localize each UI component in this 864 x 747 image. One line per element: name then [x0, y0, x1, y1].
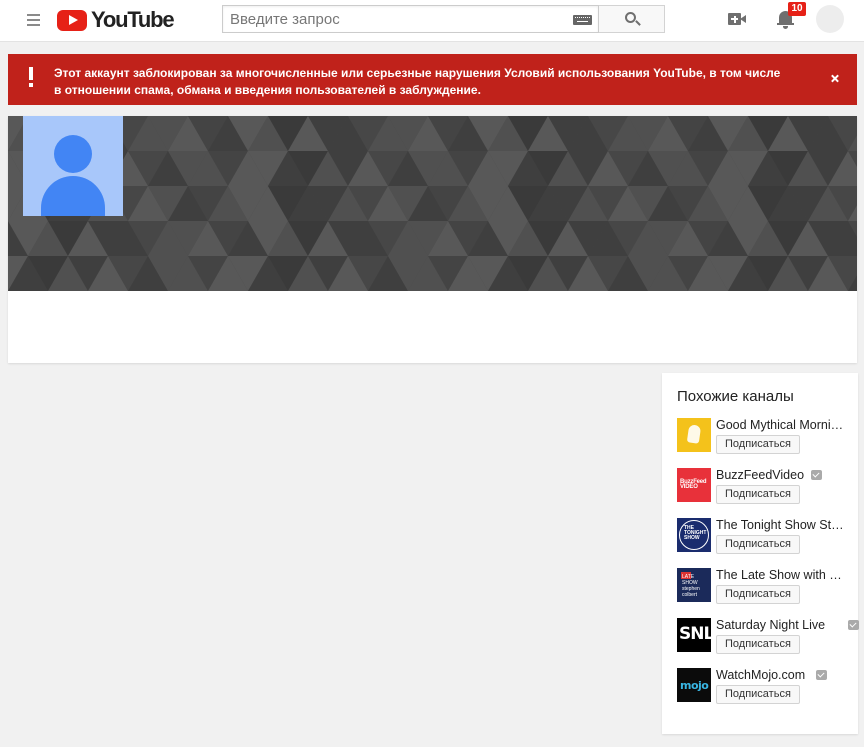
keyboard-icon[interactable]: [573, 15, 592, 25]
logo-text: YouTube: [91, 7, 175, 32]
close-icon[interactable]: [828, 72, 842, 86]
subscribe-button[interactable]: Подписаться: [716, 535, 800, 554]
subscribe-button[interactable]: Подписаться: [716, 685, 800, 704]
subscribe-button[interactable]: Подписаться: [716, 585, 800, 604]
watchmojo-logo[interactable]: mojo: [677, 668, 711, 702]
good-mythical-morning-logo[interactable]: [677, 418, 711, 452]
youtube-logo[interactable]: YouTube: [57, 7, 175, 32]
upload-video-icon[interactable]: [728, 12, 746, 26]
buzzfeed-video-logo[interactable]: BuzzFeed VIDEO: [677, 468, 711, 502]
channel-banner: [8, 116, 857, 291]
related-channel-item: Good Mythical Morning Подписаться: [677, 417, 855, 457]
search-box: [222, 5, 665, 33]
search-button[interactable]: [599, 5, 665, 33]
masthead: YouTube 10: [0, 0, 864, 42]
account-avatar[interactable]: [816, 5, 844, 33]
channel-name[interactable]: Good Mythical Morning: [716, 417, 844, 433]
notifications-count-badge: 10: [788, 2, 806, 16]
related-channels-title: Похожие каналы: [677, 388, 794, 405]
tonight-show-logo[interactable]: THE TONIGHT SHOW: [677, 518, 711, 552]
channel-avatar[interactable]: [23, 116, 123, 216]
channel-name[interactable]: The Tonight Show Starring Jimmy Fallon: [716, 517, 844, 533]
verified-check-icon: [816, 670, 827, 680]
alert-message: Этот аккаунт заблокирован за многочислен…: [54, 66, 781, 97]
channel-name[interactable]: The Late Show with Stephen Colbert: [716, 567, 844, 583]
late-show-logo[interactable]: LATE SHOW stephen colbert: [677, 568, 711, 602]
channel-name[interactable]: Saturday Night Live: [716, 617, 825, 633]
channel-name[interactable]: BuzzFeedVideo: [716, 467, 804, 483]
hamburger-menu-icon[interactable]: [24, 10, 46, 32]
subscribe-button[interactable]: Подписаться: [716, 485, 800, 504]
subscribe-button[interactable]: Подписаться: [716, 635, 800, 654]
related-channel-item: LATE SHOW stephen colbert The Late Show …: [677, 567, 855, 607]
verified-check-icon: [848, 620, 859, 630]
related-channels-panel: Похожие каналы Good Mythical Morning Под…: [662, 373, 859, 734]
exclamation-icon: [27, 67, 35, 89]
snl-logo[interactable]: SNL: [677, 618, 711, 652]
account-terminated-alert: Этот аккаунт заблокирован за многочислен…: [8, 54, 857, 105]
youtube-play-icon: [57, 9, 87, 31]
related-channel-item: mojo WatchMojo.com Подписаться: [677, 667, 855, 707]
subscribe-button[interactable]: Подписаться: [716, 435, 800, 454]
related-channel-item: SNL Saturday Night Live Подписаться: [677, 617, 859, 657]
related-channel-item: THE TONIGHT SHOW The Tonight Show Starri…: [677, 517, 855, 557]
search-input[interactable]: [222, 5, 599, 33]
channel-header: [8, 116, 857, 363]
verified-check-icon: [811, 470, 822, 480]
channel-name[interactable]: WatchMojo.com: [716, 667, 805, 683]
default-avatar-icon: [54, 135, 92, 173]
related-channel-item: BuzzFeed VIDEO BuzzFeedVideo Подписаться: [677, 467, 855, 507]
